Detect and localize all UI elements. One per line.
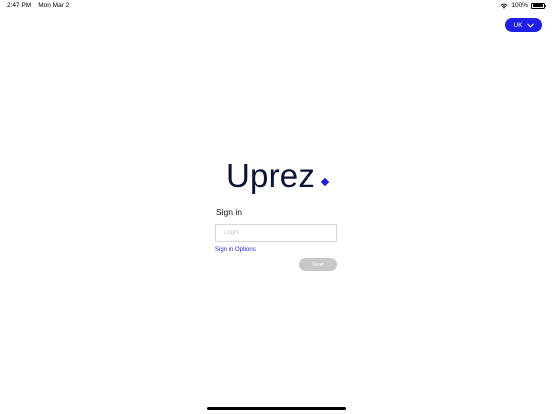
battery-percent: 100% [511,2,528,9]
brand-logo-text: Uprez [226,157,316,194]
next-button[interactable]: Next [299,258,337,271]
diamond-icon [320,177,330,187]
battery-icon [531,2,547,9]
wifi-icon [500,3,508,9]
region-label: UK [513,21,523,29]
sign-in-options-link[interactable]: Sign in Options [215,247,256,253]
region-selector-button[interactable]: UK [505,18,542,32]
sign-in-screen: 2:47 PM Mon Mar 2 100% UK Uprez Sign in … [0,0,552,414]
status-bar: 2:47 PM Mon Mar 2 100% [0,0,552,12]
status-date: Mon Mar 2 [38,2,70,9]
brand-logo: Uprez [226,156,330,196]
status-time: 2:47 PM [7,2,32,9]
status-right: 100% [500,2,547,9]
status-left: 2:47 PM Mon Mar 2 [7,2,69,9]
chevron-down-icon [526,23,534,28]
sign-in-title: Sign in [216,207,242,217]
home-indicator[interactable] [207,407,346,410]
login-input[interactable] [215,224,337,242]
